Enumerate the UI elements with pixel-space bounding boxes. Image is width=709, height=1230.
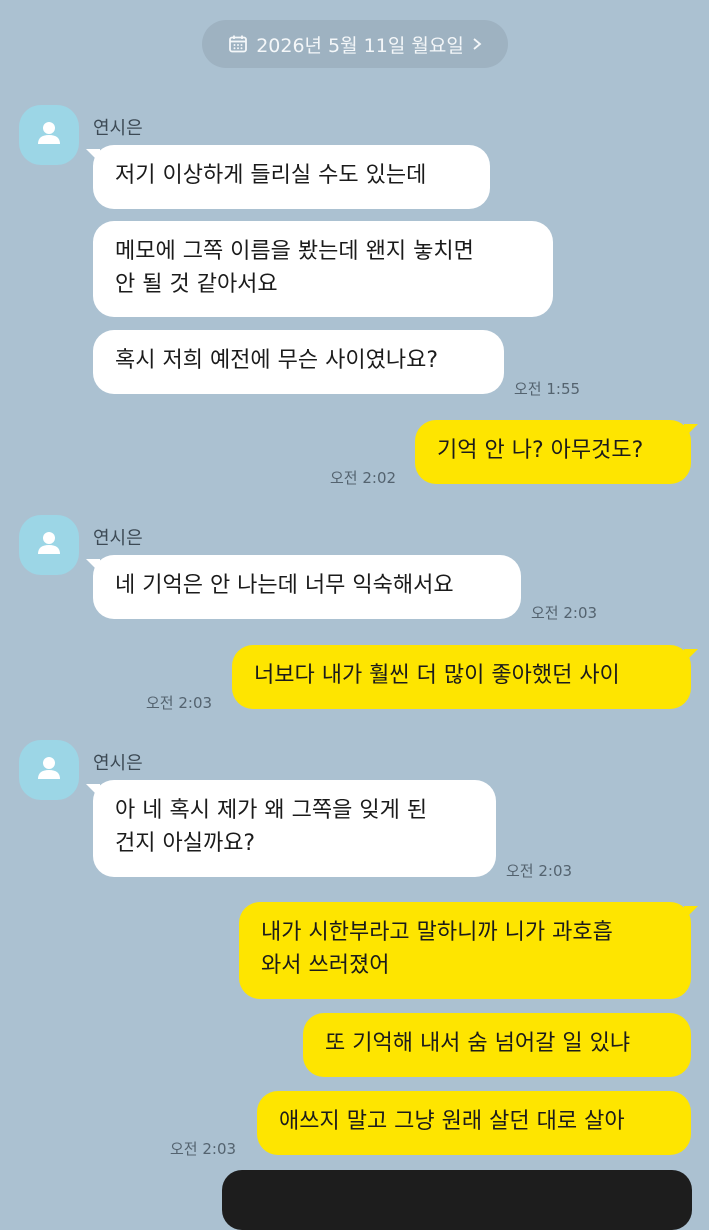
message-bubble-incoming[interactable]: 아 네 혹시 제가 왜 그쪽을 잊게 된 건지 아실까요? — [86, 780, 496, 877]
contact-avatar[interactable] — [19, 105, 79, 165]
message-time: 오전 2:03 — [531, 604, 598, 622]
message-bubble-outgoing[interactable]: 기억 안 나? 아무것도? — [415, 420, 698, 484]
message-bubble-incoming[interactable]: 메모에 그쪽 이름을 봤는데 왠지 놓치면 안 될 것 같아서요 — [93, 221, 553, 317]
person-icon — [34, 528, 64, 562]
person-icon — [34, 118, 64, 152]
contact-name: 연시은 — [93, 118, 143, 139]
contact-avatar[interactable] — [19, 515, 79, 575]
message-time: 오전 1:55 — [514, 380, 581, 398]
message-bubble-incoming[interactable]: 저기 이상하게 들리실 수도 있는데 — [86, 145, 490, 209]
message-bubble-outgoing[interactable]: 내가 시한부라고 말하니까 니가 과호흡 와서 쓰러졌어 — [239, 902, 698, 999]
message-bubble-incoming[interactable]: 혹시 저희 예전에 무슨 사이였나요? — [93, 330, 504, 394]
date-text: 2026년 5월 11일 월요일 — [256, 34, 464, 57]
image-message[interactable] — [222, 1170, 692, 1230]
calendar-icon — [228, 34, 248, 54]
person-icon — [34, 753, 64, 787]
message-bubble-outgoing[interactable]: 또 기억해 내서 숨 넘어갈 일 있냐 — [303, 1013, 691, 1077]
message-time: 오전 2:03 — [146, 694, 213, 712]
date-banner[interactable]: 2026년 5월 11일 월요일 — [202, 20, 508, 68]
chevron-right-icon — [472, 37, 482, 51]
contact-name: 연시은 — [93, 528, 143, 549]
message-time: 오전 2:03 — [506, 862, 573, 880]
contact-name: 연시은 — [93, 753, 143, 774]
message-bubble-outgoing[interactable]: 애쓰지 말고 그냥 원래 살던 대로 살아 — [257, 1091, 691, 1155]
message-bubble-outgoing[interactable]: 너보다 내가 훨씬 더 많이 좋아했던 사이 — [232, 645, 698, 709]
message-bubble-incoming[interactable]: 네 기억은 안 나는데 너무 익숙해서요 — [86, 555, 521, 619]
contact-avatar[interactable] — [19, 740, 79, 800]
message-time: 오전 2:03 — [170, 1140, 237, 1158]
message-time: 오전 2:02 — [330, 469, 397, 487]
